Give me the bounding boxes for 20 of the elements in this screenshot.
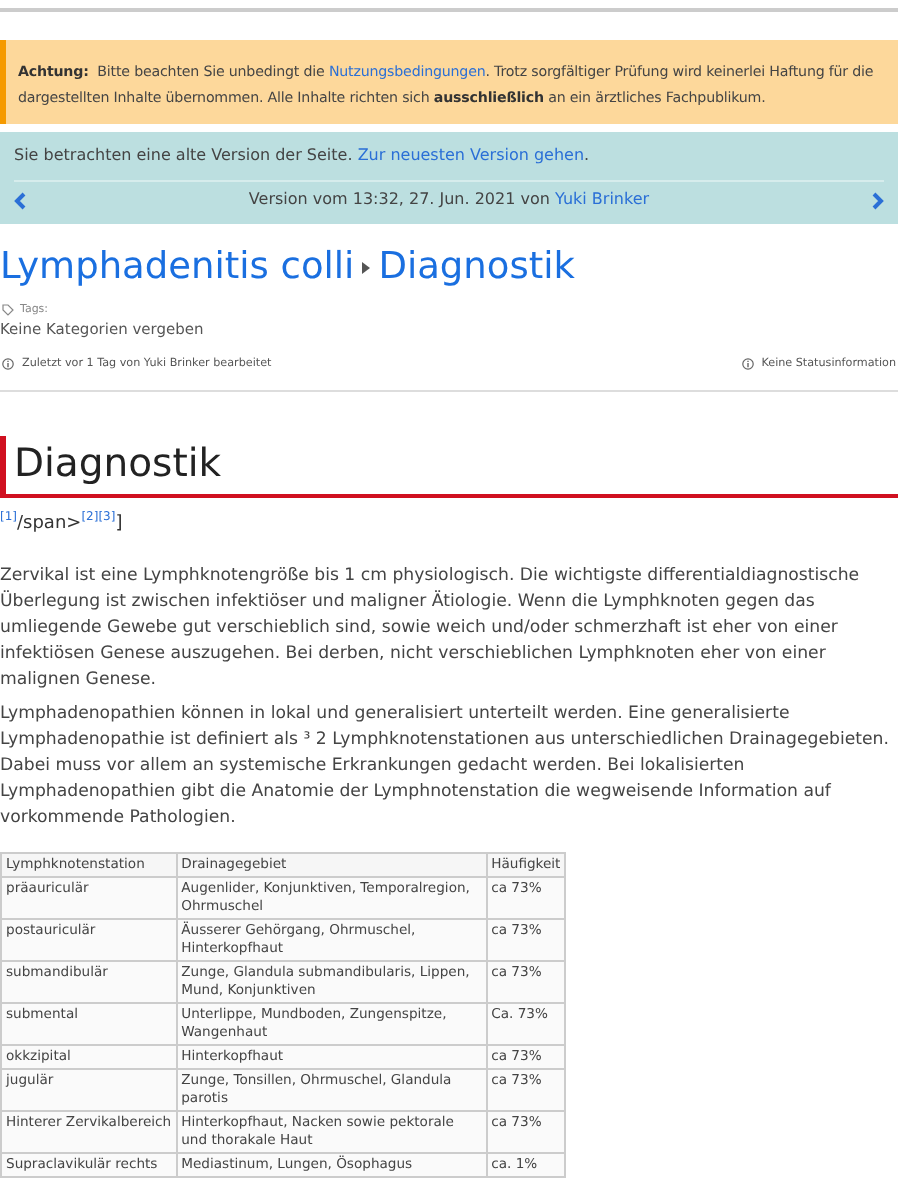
reference-link[interactable]: [1] xyxy=(0,510,17,524)
stray-markup-text: /span> xyxy=(17,514,82,534)
previous-icon[interactable] xyxy=(14,191,26,209)
latest-version-link[interactable]: Zur neuesten Version gehen xyxy=(357,146,585,164)
paragraph: Zervikal ist eine Lymphknotengröße bis 1 cm physiologisch. Die wichtigste differentialdiagnostische Überlegung ist zwischen infektiöser und maligner Ätiologie. Wenn die Lymphknoten gegen das umliegende Gewebe gut verschieblich sind, sowie weich und/oder schmerzhaft ist eher von einer infektiösen Genese auszugehen. Bei derben, nicht verschieblichen Lymphknoten eher von einer malignen Genese. xyxy=(0,564,862,694)
info-icon xyxy=(2,358,14,370)
author-link[interactable]: Yuki Brinker xyxy=(554,190,650,208)
version-info: Version vom 13:32, 27. Jun. 2021 von Yuki Brinker xyxy=(248,188,650,212)
section-heading: Diagnostik xyxy=(0,436,898,498)
paragraph: Lymphadenopathien können in lokal und generalisiert unterteilt werden. Eine generalisierte Lymphadenopathie ist definiert als ³ 2 Lymphknotenstationen aus unterschiedlichen Drainagegebieten. Dabei muss vor allem an systemische Erkrankungen gedacht werden. Bei lokalisierten Lymphadenopathien gibt die Anatomie der Lymphnotenstation die wegweisende Information auf vorkommende Pathologien. xyxy=(0,702,891,832)
stray-markup-text: ] xyxy=(115,514,123,534)
reference-link[interactable]: [3] xyxy=(98,510,116,524)
info-icon xyxy=(741,358,754,370)
next-icon[interactable] xyxy=(871,191,884,209)
breadcrumb-link[interactable]: Diagnostik xyxy=(378,246,575,288)
tag-icon xyxy=(2,304,14,316)
separator-icon xyxy=(362,261,371,273)
reference-link[interactable]: [2] xyxy=(81,510,99,524)
old-version-text: Sie betrachten eine alte Version der Seite. Zur neuesten Version gehen. xyxy=(14,144,592,168)
breadcrumb-link[interactable]: Lymphadenitis colli xyxy=(0,246,355,288)
